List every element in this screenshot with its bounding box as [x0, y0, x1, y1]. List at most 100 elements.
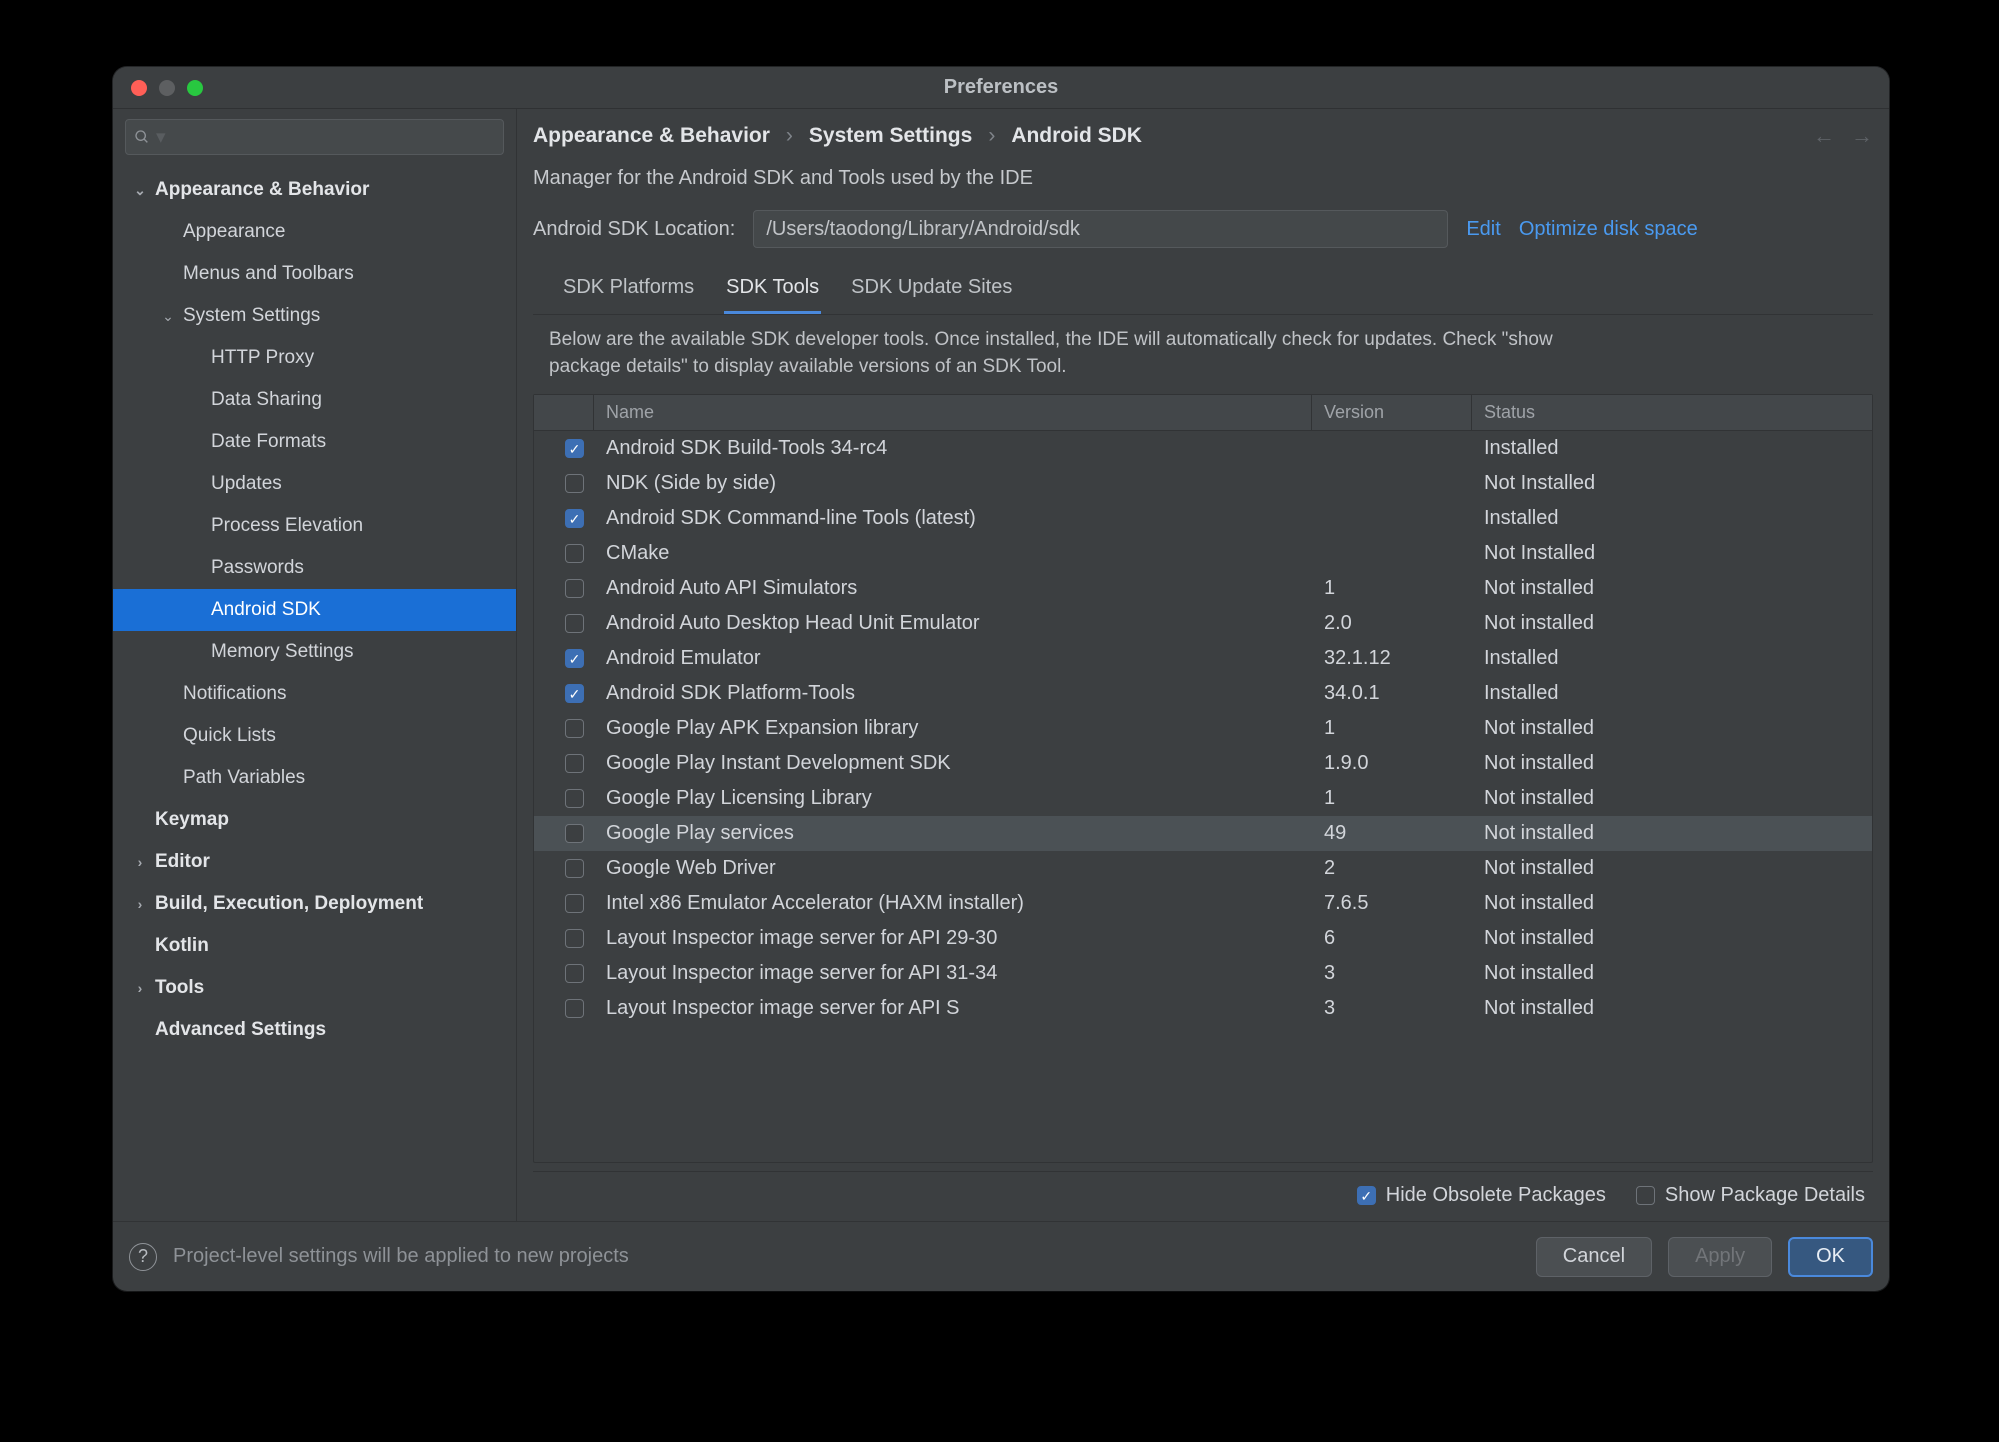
row-name: Layout Inspector image server for API S [594, 997, 1312, 1020]
row-status: Not installed [1472, 787, 1872, 810]
row-checkbox[interactable] [565, 544, 584, 563]
row-checkbox[interactable] [565, 474, 584, 493]
ok-button[interactable]: OK [1788, 1237, 1873, 1277]
sidebar-item-label: Data Sharing [211, 389, 322, 411]
row-checkbox[interactable] [565, 859, 584, 878]
breadcrumb-item[interactable]: System Settings [809, 124, 972, 148]
table-row[interactable]: Android SDK Command-line Tools (latest)I… [534, 501, 1872, 536]
sidebar-item[interactable]: ›Build, Execution, Deployment [113, 883, 516, 925]
sidebar-item[interactable]: ›Tools [113, 967, 516, 1009]
nav-forward-icon[interactable]: → [1851, 123, 1873, 149]
tab[interactable]: SDK Tools [724, 268, 821, 314]
sidebar-item[interactable]: Process Elevation [113, 505, 516, 547]
table-row[interactable]: Android Emulator32.1.12Installed [534, 641, 1872, 676]
sidebar-item[interactable]: Passwords [113, 547, 516, 589]
sidebar-item-label: Quick Lists [183, 725, 276, 747]
sidebar-item[interactable]: Data Sharing [113, 379, 516, 421]
chevron-icon: › [131, 896, 149, 912]
row-name: Android Auto Desktop Head Unit Emulator [594, 612, 1312, 635]
sidebar-item[interactable]: Path Variables [113, 757, 516, 799]
tab-description: Below are the available SDK developer to… [517, 315, 1617, 390]
row-checkbox[interactable] [565, 684, 584, 703]
table-row[interactable]: Google Play APK Expansion library1Not in… [534, 711, 1872, 746]
sidebar-item[interactable]: Updates [113, 463, 516, 505]
table-row[interactable]: Google Web Driver2Not installed [534, 851, 1872, 886]
sidebar-item-label: Tools [155, 977, 204, 999]
sidebar-item[interactable]: Appearance [113, 211, 516, 253]
apply-button[interactable]: Apply [1668, 1237, 1772, 1277]
row-status: Not installed [1472, 577, 1872, 600]
sidebar-item[interactable]: Menus and Toolbars [113, 253, 516, 295]
nav-back-icon[interactable]: ← [1813, 123, 1835, 149]
table-row[interactable]: Layout Inspector image server for API 31… [534, 956, 1872, 991]
sidebar-item[interactable]: Date Formats [113, 421, 516, 463]
col-name[interactable]: Name [594, 395, 1312, 430]
sidebar-item-label: Path Variables [183, 767, 305, 789]
tab[interactable]: SDK Update Sites [849, 268, 1014, 314]
minimize-icon[interactable] [159, 80, 175, 96]
table-row[interactable]: Layout Inspector image server for API 29… [534, 921, 1872, 956]
hide-obsolete-checkbox[interactable]: Hide Obsolete Packages [1357, 1184, 1606, 1207]
close-icon[interactable] [131, 80, 147, 96]
search-input[interactable]: ▾ [125, 119, 504, 155]
row-checkbox[interactable] [565, 754, 584, 773]
sidebar-item[interactable]: Keymap [113, 799, 516, 841]
sidebar-item[interactable]: Advanced Settings [113, 1009, 516, 1051]
table-row[interactable]: NDK (Side by side)Not Installed [534, 466, 1872, 501]
optimize-disk-link[interactable]: Optimize disk space [1519, 218, 1698, 241]
sidebar-item[interactable]: HTTP Proxy [113, 337, 516, 379]
row-checkbox[interactable] [565, 509, 584, 528]
sidebar-item[interactable]: Quick Lists [113, 715, 516, 757]
row-checkbox[interactable] [565, 614, 584, 633]
edit-link[interactable]: Edit [1466, 218, 1500, 241]
col-version[interactable]: Version [1312, 395, 1472, 430]
row-checkbox[interactable] [565, 579, 584, 598]
sidebar-item[interactable]: Memory Settings [113, 631, 516, 673]
row-checkbox[interactable] [565, 929, 584, 948]
row-checkbox[interactable] [565, 894, 584, 913]
table-row[interactable]: Android SDK Build-Tools 34-rc4Installed [534, 431, 1872, 466]
table-row[interactable]: Android SDK Platform-Tools34.0.1Installe… [534, 676, 1872, 711]
table-row[interactable]: CMakeNot Installed [534, 536, 1872, 571]
sidebar-item[interactable]: ⌄Appearance & Behavior [113, 169, 516, 211]
col-status[interactable]: Status [1472, 395, 1872, 430]
table-row[interactable]: Google Play Instant Development SDK1.9.0… [534, 746, 1872, 781]
row-checkbox[interactable] [565, 649, 584, 668]
sdk-location-label: Android SDK Location: [533, 218, 735, 241]
row-name: Google Play Licensing Library [594, 787, 1312, 810]
sidebar-item[interactable]: Notifications [113, 673, 516, 715]
row-checkbox[interactable] [565, 789, 584, 808]
row-status: Not installed [1472, 892, 1872, 915]
breadcrumb-item[interactable]: Android SDK [1011, 124, 1142, 148]
table-row[interactable]: Layout Inspector image server for API S3… [534, 991, 1872, 1026]
row-checkbox[interactable] [565, 824, 584, 843]
sidebar-item-label: Memory Settings [211, 641, 354, 663]
dialog-footer: ? Project-level settings will be applied… [113, 1221, 1889, 1291]
table-row[interactable]: Google Play services49Not installed [534, 816, 1872, 851]
row-name: NDK (Side by side) [594, 472, 1312, 495]
sidebar-item[interactable]: Android SDK [113, 589, 516, 631]
row-status: Not installed [1472, 962, 1872, 985]
table-row[interactable]: Android Auto Desktop Head Unit Emulator2… [534, 606, 1872, 641]
help-icon[interactable]: ? [129, 1243, 157, 1271]
settings-tree: ⌄Appearance & BehaviorAppearanceMenus an… [113, 165, 516, 1221]
show-details-checkbox[interactable]: Show Package Details [1636, 1184, 1865, 1207]
chevron-icon: › [131, 854, 149, 870]
row-checkbox[interactable] [565, 439, 584, 458]
sidebar-item[interactable]: ⌄System Settings [113, 295, 516, 337]
row-name: Google Play APK Expansion library [594, 717, 1312, 740]
row-checkbox[interactable] [565, 719, 584, 738]
tab[interactable]: SDK Platforms [561, 268, 696, 314]
breadcrumb-item[interactable]: Appearance & Behavior [533, 124, 770, 148]
sdk-location-input[interactable] [753, 210, 1448, 248]
cancel-button[interactable]: Cancel [1536, 1237, 1652, 1277]
table-row[interactable]: Google Play Licensing Library1Not instal… [534, 781, 1872, 816]
row-status: Installed [1472, 647, 1872, 670]
sidebar-item[interactable]: Kotlin [113, 925, 516, 967]
table-row[interactable]: Intel x86 Emulator Accelerator (HAXM ins… [534, 886, 1872, 921]
row-checkbox[interactable] [565, 964, 584, 983]
table-row[interactable]: Android Auto API Simulators1Not installe… [534, 571, 1872, 606]
zoom-icon[interactable] [187, 80, 203, 96]
sidebar-item[interactable]: ›Editor [113, 841, 516, 883]
row-checkbox[interactable] [565, 999, 584, 1018]
